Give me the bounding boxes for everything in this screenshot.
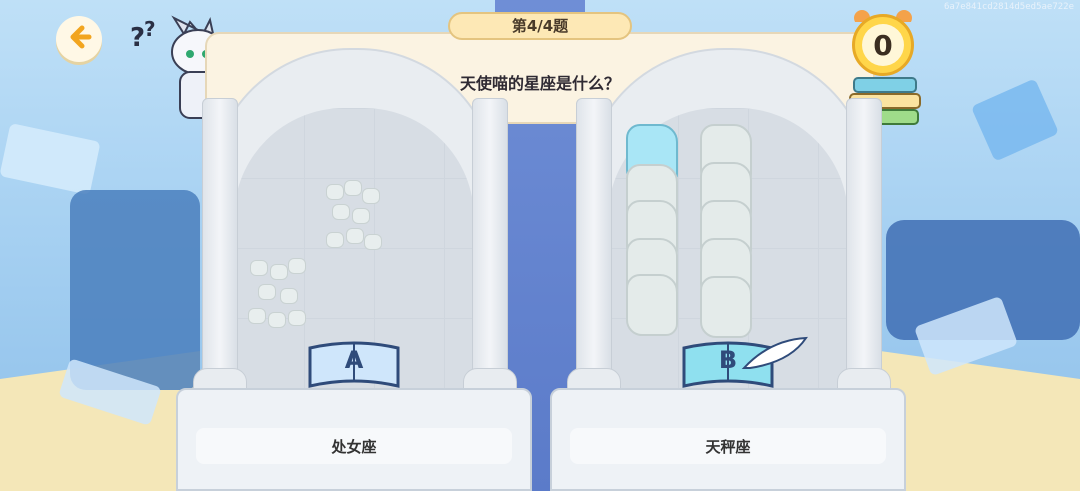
svg-text:?: ? [130,23,145,53]
answer-option-a[interactable]: 处女座 [196,428,512,464]
pillar-left [202,98,238,400]
pebble-icon [332,204,350,220]
pebble-icon [344,180,362,196]
pebble-icon [362,188,380,204]
session-id: 6a7e841cd2814d5ed5ae722e [943,2,1074,12]
pillar-right [846,98,882,400]
pebble-icon [326,184,344,200]
option-a-panel[interactable]: A 处女座 [176,48,532,491]
back-button[interactable] [56,16,102,62]
pebble-icon [268,312,286,328]
pebble-icon [288,258,306,274]
pebble-icon [280,288,298,304]
option-b-panel[interactable]: B 天秤座 [550,48,906,491]
pillar-left [576,98,612,400]
quill-icon [741,336,808,369]
pebble-icon [346,228,364,244]
tablet-icon [626,274,678,336]
tablet-icon [700,276,752,338]
pebble-icon [364,234,382,250]
option-book-icon: A [304,340,404,394]
pillar-right [472,98,508,400]
option-letter: A [344,346,364,374]
svg-text:?: ? [144,17,156,41]
pebble-icon [352,208,370,224]
pebble-icon [326,232,344,248]
pebble-icon [248,308,266,324]
pebble-icon [258,284,276,300]
pebble-icon [270,264,288,280]
question-counter: 第4/4题 [448,12,632,40]
pebble-icon [250,260,268,276]
pebble-icon [288,310,306,326]
answer-option-b[interactable]: 天秤座 [570,428,886,464]
back-arrow-icon [65,23,93,55]
